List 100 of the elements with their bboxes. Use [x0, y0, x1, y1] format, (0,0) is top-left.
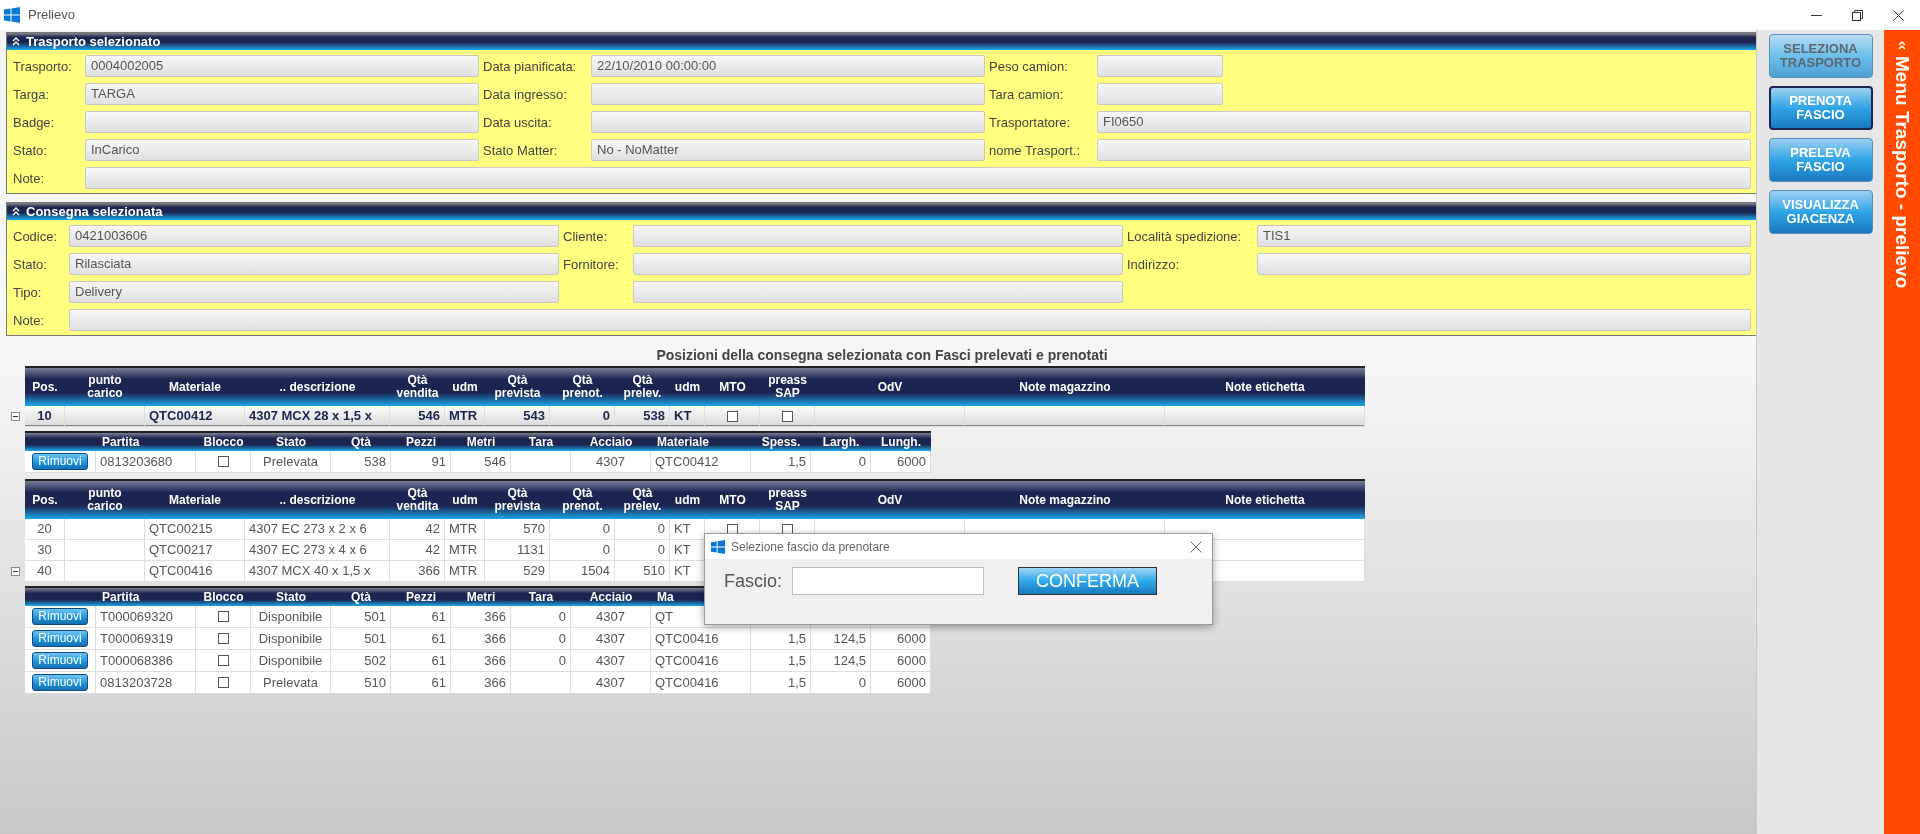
- text-field[interactable]: [1097, 55, 1223, 77]
- column-header[interactable]: Qtà prelev.: [615, 368, 670, 406]
- column-header[interactable]: Blocco: [196, 433, 251, 451]
- column-header[interactable]: Partita: [96, 433, 196, 451]
- text-field[interactable]: 0004002005: [85, 55, 479, 77]
- column-header[interactable]: Qtà prenot.: [550, 368, 615, 406]
- text-field[interactable]: No - NoMatter: [591, 139, 985, 161]
- column-header[interactable]: Materiale: [145, 481, 245, 519]
- column-header[interactable]: Qtà prevista: [485, 481, 550, 519]
- table-cell: MTR: [445, 406, 485, 427]
- text-field[interactable]: 0421003606: [69, 225, 559, 247]
- input-field[interactable]: [792, 567, 985, 595]
- expander-icon[interactable]: [11, 412, 20, 421]
- collapse-icon[interactable]: [12, 36, 20, 47]
- text-field[interactable]: [69, 309, 1751, 331]
- text-field[interactable]: [591, 83, 985, 105]
- column-header[interactable]: udm: [445, 368, 485, 406]
- column-header[interactable]: Acciaio: [571, 588, 651, 606]
- checkbox[interactable]: [726, 410, 738, 422]
- column-header[interactable]: Qtà prelev.: [615, 481, 670, 519]
- column-header[interactable]: MTO: [705, 368, 760, 406]
- checkbox[interactable]: [217, 655, 229, 666]
- column-header[interactable]: Lungh.: [871, 433, 931, 451]
- close-icon[interactable]: [1190, 540, 1202, 553]
- text-field[interactable]: TIS1: [1257, 225, 1751, 247]
- expander-icon[interactable]: [11, 567, 20, 576]
- column-header[interactable]: preass SAP: [760, 368, 815, 406]
- column-header[interactable]: udm: [445, 481, 485, 519]
- table-cell: 61: [391, 672, 451, 694]
- field-label: Indirizzo:: [1127, 256, 1181, 274]
- restore-icon[interactable]: [1852, 9, 1863, 21]
- column-header[interactable]: Materiale: [651, 433, 751, 451]
- column-header[interactable]: Note etichetta: [1165, 368, 1365, 406]
- column-header[interactable]: Metri: [451, 433, 511, 451]
- text-field[interactable]: [1097, 139, 1751, 161]
- column-header[interactable]: Largh.: [811, 433, 871, 451]
- column-header[interactable]: Pezzi: [391, 588, 451, 606]
- table-row[interactable]: Rimuovi 0813203680 Prelevata 538 91 546 4307 QTC00412 1,5 0 6000: [25, 451, 931, 473]
- text-field[interactable]: TARGA: [85, 83, 479, 105]
- column-header[interactable]: Qtà prenot.: [550, 481, 615, 519]
- column-header[interactable]: udm: [670, 368, 705, 406]
- column-header[interactable]: preass SAP: [760, 481, 815, 519]
- text-field[interactable]: [1257, 253, 1751, 275]
- text-field[interactable]: [633, 281, 1123, 303]
- column-header[interactable]: Qtà: [331, 433, 391, 451]
- column-header[interactable]: Materiale: [145, 368, 245, 406]
- text-field[interactable]: [633, 225, 1123, 247]
- checkbox[interactable]: [217, 677, 229, 688]
- collapse-icon[interactable]: [12, 206, 20, 217]
- column-header[interactable]: punto carico: [65, 481, 145, 519]
- checkbox[interactable]: [781, 410, 793, 422]
- column-header[interactable]: OdV: [815, 481, 965, 519]
- column-header[interactable]: Pezzi: [391, 433, 451, 451]
- column-header[interactable]: Qtà: [331, 588, 391, 606]
- column-header[interactable]: Pos.: [25, 368, 65, 406]
- text-field[interactable]: [1097, 83, 1223, 105]
- text-field[interactable]: Delivery: [69, 281, 559, 303]
- column-header[interactable]: Pos.: [25, 481, 65, 519]
- close-icon[interactable]: [1893, 9, 1904, 21]
- column-header[interactable]: Blocco: [196, 588, 251, 606]
- column-header[interactable]: udm: [670, 481, 705, 519]
- text-field[interactable]: [85, 111, 479, 133]
- table-row[interactable]: 10 QTC00412 4307 MCX 28 x 1,5 x 546 MTR 543 0 538 KT: [25, 406, 1365, 427]
- table-cell: QTC00416: [651, 672, 751, 694]
- table-row[interactable]: Rimuovi 0813203728 Prelevata 510 61 366 4307 QTC00416 1,5 0 6000: [25, 672, 931, 694]
- checkbox[interactable]: [217, 633, 229, 644]
- panel-header[interactable]: Trasporto selezionato: [7, 33, 1757, 50]
- column-header[interactable]: Note magazzino: [965, 481, 1165, 519]
- checkbox[interactable]: [217, 611, 229, 622]
- column-header[interactable]: Qtà vendita: [390, 481, 445, 519]
- text-field[interactable]: Rilasciata: [69, 253, 559, 275]
- column-header[interactable]: Partita: [96, 588, 196, 606]
- column-header[interactable]: .. descrizione: [245, 481, 390, 519]
- table-row[interactable]: Rimuovi T000068386 Disponibile 502 61 366 0 4307 QTC00416 1,5 124,5 6000: [25, 650, 931, 672]
- column-header[interactable]: Stato: [251, 433, 331, 451]
- column-header[interactable]: Note etichetta: [1165, 481, 1365, 519]
- column-header[interactable]: Acciaio: [571, 433, 651, 451]
- column-header[interactable]: punto carico: [65, 368, 145, 406]
- text-field[interactable]: InCarico: [85, 139, 479, 161]
- column-header[interactable]: Stato: [251, 588, 331, 606]
- table-row[interactable]: Rimuovi T000069319 Disponibile 501 61 366 0 4307 QTC00416 1,5 124,5 6000: [25, 628, 931, 650]
- column-header[interactable]: Metri: [451, 588, 511, 606]
- column-header[interactable]: Spess.: [751, 433, 811, 451]
- column-header[interactable]: OdV: [815, 368, 965, 406]
- column-header[interactable]: .. descrizione: [245, 368, 390, 406]
- text-field[interactable]: [591, 111, 985, 133]
- checkbox[interactable]: [217, 456, 229, 467]
- field-label: Stato:: [13, 142, 48, 160]
- text-field[interactable]: FI0650: [1097, 111, 1751, 133]
- text-field[interactable]: 22/10/2010 00:00:00: [591, 55, 985, 77]
- text-field[interactable]: [85, 167, 1751, 189]
- table-cell: 4307 MCX 28 x 1,5 x: [245, 406, 390, 427]
- column-header[interactable]: Tara: [511, 588, 571, 606]
- column-header[interactable]: MTO: [705, 481, 760, 519]
- column-header[interactable]: Tara: [511, 433, 571, 451]
- column-header[interactable]: Note magazzino: [965, 368, 1165, 406]
- column-header[interactable]: Qtà vendita: [390, 368, 445, 406]
- text-field[interactable]: [633, 253, 1123, 275]
- column-header[interactable]: Qtà prevista: [485, 368, 550, 406]
- panel-header[interactable]: Consegna selezionata: [7, 203, 1757, 220]
